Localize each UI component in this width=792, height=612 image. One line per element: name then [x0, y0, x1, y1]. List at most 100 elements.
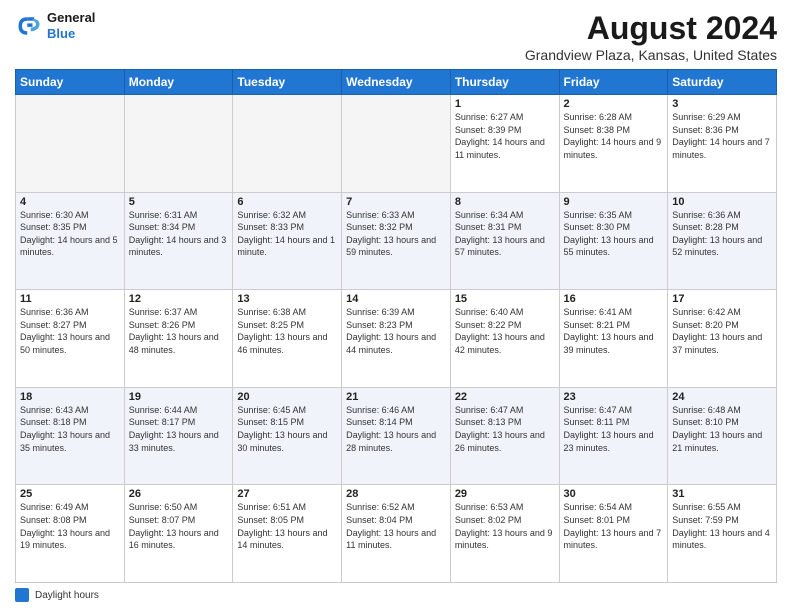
calendar-week-row: 25Sunrise: 6:49 AM Sunset: 8:08 PM Dayli… — [16, 485, 777, 583]
calendar-cell: 20Sunrise: 6:45 AM Sunset: 8:15 PM Dayli… — [233, 387, 342, 485]
day-info: Sunrise: 6:38 AM Sunset: 8:25 PM Dayligh… — [237, 306, 337, 356]
calendar-cell: 6Sunrise: 6:32 AM Sunset: 8:33 PM Daylig… — [233, 192, 342, 290]
day-info: Sunrise: 6:53 AM Sunset: 8:02 PM Dayligh… — [455, 501, 555, 551]
page: General Blue August 2024 Grandview Plaza… — [0, 0, 792, 612]
day-info: Sunrise: 6:28 AM Sunset: 8:38 PM Dayligh… — [564, 111, 664, 161]
calendar-table: SundayMondayTuesdayWednesdayThursdayFrid… — [15, 69, 777, 583]
day-number: 19 — [129, 391, 229, 403]
calendar-cell: 17Sunrise: 6:42 AM Sunset: 8:20 PM Dayli… — [668, 290, 777, 388]
day-info: Sunrise: 6:29 AM Sunset: 8:36 PM Dayligh… — [672, 111, 772, 161]
calendar-day-header: Monday — [124, 70, 233, 95]
legend: Daylight hours — [15, 588, 777, 602]
day-info: Sunrise: 6:50 AM Sunset: 8:07 PM Dayligh… — [129, 501, 229, 551]
calendar-cell: 11Sunrise: 6:36 AM Sunset: 8:27 PM Dayli… — [16, 290, 125, 388]
day-number: 17 — [672, 293, 772, 305]
day-info: Sunrise: 6:47 AM Sunset: 8:11 PM Dayligh… — [564, 404, 664, 454]
calendar-cell: 24Sunrise: 6:48 AM Sunset: 8:10 PM Dayli… — [668, 387, 777, 485]
logo-line2: Blue — [47, 26, 95, 42]
day-number: 11 — [20, 293, 120, 305]
calendar-cell — [342, 95, 451, 193]
day-number: 23 — [564, 391, 664, 403]
calendar-cell: 7Sunrise: 6:33 AM Sunset: 8:32 PM Daylig… — [342, 192, 451, 290]
day-number: 28 — [346, 488, 446, 500]
day-number: 29 — [455, 488, 555, 500]
day-number: 14 — [346, 293, 446, 305]
day-info: Sunrise: 6:40 AM Sunset: 8:22 PM Dayligh… — [455, 306, 555, 356]
calendar-cell — [124, 95, 233, 193]
day-number: 24 — [672, 391, 772, 403]
day-number: 4 — [20, 196, 120, 208]
calendar-cell: 2Sunrise: 6:28 AM Sunset: 8:38 PM Daylig… — [559, 95, 668, 193]
day-info: Sunrise: 6:35 AM Sunset: 8:30 PM Dayligh… — [564, 209, 664, 259]
calendar-cell: 28Sunrise: 6:52 AM Sunset: 8:04 PM Dayli… — [342, 485, 451, 583]
legend-box — [15, 588, 29, 602]
day-number: 12 — [129, 293, 229, 305]
calendar-cell: 4Sunrise: 6:30 AM Sunset: 8:35 PM Daylig… — [16, 192, 125, 290]
calendar-week-row: 11Sunrise: 6:36 AM Sunset: 8:27 PM Dayli… — [16, 290, 777, 388]
calendar-cell: 19Sunrise: 6:44 AM Sunset: 8:17 PM Dayli… — [124, 387, 233, 485]
calendar-cell: 8Sunrise: 6:34 AM Sunset: 8:31 PM Daylig… — [450, 192, 559, 290]
day-number: 20 — [237, 391, 337, 403]
calendar-cell: 26Sunrise: 6:50 AM Sunset: 8:07 PM Dayli… — [124, 485, 233, 583]
day-info: Sunrise: 6:36 AM Sunset: 8:28 PM Dayligh… — [672, 209, 772, 259]
day-number: 13 — [237, 293, 337, 305]
day-number: 8 — [455, 196, 555, 208]
logo-icon — [15, 12, 43, 40]
day-info: Sunrise: 6:42 AM Sunset: 8:20 PM Dayligh… — [672, 306, 772, 356]
calendar-week-row: 1Sunrise: 6:27 AM Sunset: 8:39 PM Daylig… — [16, 95, 777, 193]
day-number: 25 — [20, 488, 120, 500]
calendar-day-header: Saturday — [668, 70, 777, 95]
day-number: 21 — [346, 391, 446, 403]
day-number: 3 — [672, 98, 772, 110]
calendar-cell: 9Sunrise: 6:35 AM Sunset: 8:30 PM Daylig… — [559, 192, 668, 290]
calendar-day-header: Sunday — [16, 70, 125, 95]
day-info: Sunrise: 6:39 AM Sunset: 8:23 PM Dayligh… — [346, 306, 446, 356]
calendar-cell: 22Sunrise: 6:47 AM Sunset: 8:13 PM Dayli… — [450, 387, 559, 485]
day-info: Sunrise: 6:36 AM Sunset: 8:27 PM Dayligh… — [20, 306, 120, 356]
day-info: Sunrise: 6:30 AM Sunset: 8:35 PM Dayligh… — [20, 209, 120, 259]
day-number: 16 — [564, 293, 664, 305]
calendar-cell — [16, 95, 125, 193]
calendar-day-header: Tuesday — [233, 70, 342, 95]
day-number: 2 — [564, 98, 664, 110]
day-info: Sunrise: 6:37 AM Sunset: 8:26 PM Dayligh… — [129, 306, 229, 356]
day-info: Sunrise: 6:52 AM Sunset: 8:04 PM Dayligh… — [346, 501, 446, 551]
day-number: 30 — [564, 488, 664, 500]
calendar-cell: 1Sunrise: 6:27 AM Sunset: 8:39 PM Daylig… — [450, 95, 559, 193]
day-number: 27 — [237, 488, 337, 500]
logo: General Blue — [15, 10, 95, 41]
day-info: Sunrise: 6:54 AM Sunset: 8:01 PM Dayligh… — [564, 501, 664, 551]
title-block: August 2024 Grandview Plaza, Kansas, Uni… — [525, 10, 777, 63]
day-info: Sunrise: 6:51 AM Sunset: 8:05 PM Dayligh… — [237, 501, 337, 551]
day-info: Sunrise: 6:46 AM Sunset: 8:14 PM Dayligh… — [346, 404, 446, 454]
calendar-cell: 30Sunrise: 6:54 AM Sunset: 8:01 PM Dayli… — [559, 485, 668, 583]
day-info: Sunrise: 6:47 AM Sunset: 8:13 PM Dayligh… — [455, 404, 555, 454]
calendar-week-row: 18Sunrise: 6:43 AM Sunset: 8:18 PM Dayli… — [16, 387, 777, 485]
calendar-cell: 29Sunrise: 6:53 AM Sunset: 8:02 PM Dayli… — [450, 485, 559, 583]
day-info: Sunrise: 6:48 AM Sunset: 8:10 PM Dayligh… — [672, 404, 772, 454]
day-number: 26 — [129, 488, 229, 500]
calendar-cell — [233, 95, 342, 193]
day-info: Sunrise: 6:44 AM Sunset: 8:17 PM Dayligh… — [129, 404, 229, 454]
day-number: 1 — [455, 98, 555, 110]
day-info: Sunrise: 6:34 AM Sunset: 8:31 PM Dayligh… — [455, 209, 555, 259]
day-number: 22 — [455, 391, 555, 403]
calendar-header-row: SundayMondayTuesdayWednesdayThursdayFrid… — [16, 70, 777, 95]
main-title: August 2024 — [525, 10, 777, 47]
day-info: Sunrise: 6:41 AM Sunset: 8:21 PM Dayligh… — [564, 306, 664, 356]
day-number: 5 — [129, 196, 229, 208]
logo-text: General Blue — [47, 10, 95, 41]
day-info: Sunrise: 6:43 AM Sunset: 8:18 PM Dayligh… — [20, 404, 120, 454]
subtitle: Grandview Plaza, Kansas, United States — [525, 47, 777, 63]
day-number: 9 — [564, 196, 664, 208]
day-number: 31 — [672, 488, 772, 500]
day-number: 18 — [20, 391, 120, 403]
calendar-week-row: 4Sunrise: 6:30 AM Sunset: 8:35 PM Daylig… — [16, 192, 777, 290]
calendar-cell: 18Sunrise: 6:43 AM Sunset: 8:18 PM Dayli… — [16, 387, 125, 485]
calendar-day-header: Friday — [559, 70, 668, 95]
day-info: Sunrise: 6:27 AM Sunset: 8:39 PM Dayligh… — [455, 111, 555, 161]
calendar-cell: 25Sunrise: 6:49 AM Sunset: 8:08 PM Dayli… — [16, 485, 125, 583]
legend-label: Daylight hours — [35, 590, 99, 601]
calendar-cell: 12Sunrise: 6:37 AM Sunset: 8:26 PM Dayli… — [124, 290, 233, 388]
calendar-cell: 10Sunrise: 6:36 AM Sunset: 8:28 PM Dayli… — [668, 192, 777, 290]
